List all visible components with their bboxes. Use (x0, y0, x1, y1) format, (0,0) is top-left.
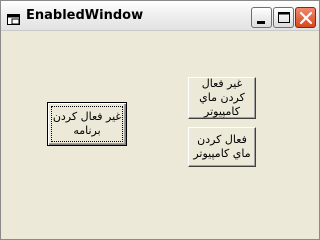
window-title: EnabledWindow (26, 8, 144, 23)
window-app-icon[interactable] (7, 10, 20, 25)
close-button[interactable] (295, 7, 316, 28)
close-icon (299, 11, 313, 25)
disable-program-label: غير فعال كردن برنامه (52, 110, 122, 137)
minimize-icon (257, 21, 265, 24)
disable-my-computer-label: غير فعال كردن ماي كامپيوتر (199, 77, 245, 118)
maximize-icon (278, 12, 290, 23)
maximize-button[interactable] (273, 7, 294, 28)
application-window: EnabledWindow غير فعال كردن برنامه غير ف… (0, 0, 320, 240)
minimize-button[interactable] (251, 7, 272, 28)
enable-my-computer-label: فعال كردن ماي كامپيوتر (193, 133, 251, 160)
client-area: غير فعال كردن برنامه غير فعال كردن ماي ك… (4, 32, 316, 237)
enable-my-computer-button[interactable]: فعال كردن ماي كامپيوتر (188, 127, 256, 167)
title-bar[interactable]: EnabledWindow (1, 1, 319, 31)
disable-program-button[interactable]: غير فعال كردن برنامه (47, 102, 127, 146)
disable-my-computer-button[interactable]: غير فعال كردن ماي كامپيوتر (188, 77, 256, 119)
